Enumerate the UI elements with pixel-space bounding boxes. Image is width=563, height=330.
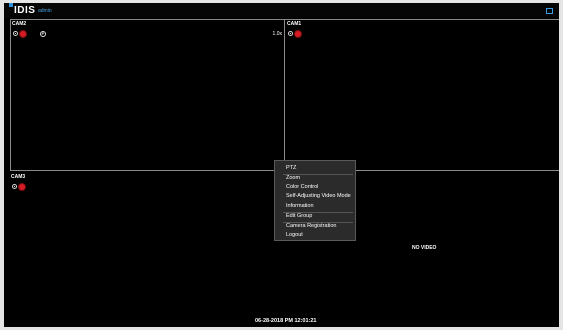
camera-tile-cam1[interactable]: CAM1: [285, 19, 559, 171]
alarm-icon: [295, 31, 301, 37]
monitor-icon[interactable]: [546, 8, 553, 14]
menu-item-camera-registration[interactable]: Camera Registration: [286, 222, 336, 231]
record-icon: [12, 184, 17, 189]
camera-tile-cam2[interactable]: CAM2 1.0x P: [10, 19, 285, 171]
camera-status-icons: [288, 31, 301, 38]
camera-status-icons: [13, 31, 26, 38]
datetime-display: 06-28-2018 PM 12:01:21: [255, 318, 317, 324]
no-video-label: NO VIDEO: [412, 245, 437, 251]
logo-text: IDIS: [14, 5, 36, 16]
menu-item-self-adjusting-video-mode[interactable]: Self-Adjusting Video Mode: [286, 192, 351, 201]
record-icon: [288, 31, 293, 36]
menu-item-color-control[interactable]: Color Control: [286, 183, 318, 192]
user-label: admin: [38, 8, 52, 14]
menu-item-edit-group[interactable]: Edit Group: [286, 212, 312, 221]
alarm-icon: [20, 31, 26, 37]
top-bar: IDIS admin: [4, 3, 559, 18]
menu-item-ptz[interactable]: PTZ: [286, 164, 296, 173]
menu-item-zoom[interactable]: Zoom: [286, 174, 300, 183]
menu-item-information[interactable]: Information: [286, 202, 314, 211]
camera-name: CAM3: [11, 174, 26, 180]
playback-speed: 1.0x: [272, 31, 282, 37]
nvr-screen: IDIS admin CAM2 1.0x P CAM1 CAM3 NO VIDE…: [4, 3, 559, 327]
record-icon: [13, 31, 18, 36]
camera-name: CAM2: [12, 21, 27, 27]
menu-item-logout[interactable]: Logout: [286, 231, 303, 240]
camera-tile-cam3[interactable]: CAM3: [4, 171, 285, 327]
context-menu: PTZ Zoom Color Control Self-Adjusting Vi…: [274, 160, 356, 241]
idis-logo: IDIS: [9, 3, 36, 16]
camera-name: CAM1: [287, 21, 302, 27]
camera-status-icons: [12, 184, 25, 191]
alarm-icon: [19, 184, 25, 190]
logo-mark-icon: [9, 3, 13, 7]
ptz-icon: P: [40, 31, 46, 37]
